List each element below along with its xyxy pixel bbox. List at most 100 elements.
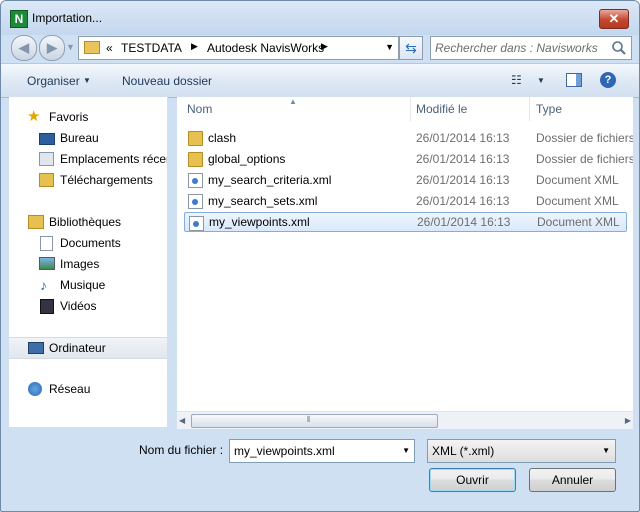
search-input[interactable]: [435, 40, 603, 55]
file-type-filter-value: XML (*.xml): [432, 444, 495, 458]
filename-input[interactable]: [234, 443, 394, 459]
breadcrumb-testdata[interactable]: TESTDATA: [121, 41, 182, 55]
file-date: 26/01/2014 16:13: [416, 131, 510, 145]
column-header-modified[interactable]: Modifié le: [416, 97, 467, 121]
sidebar-item-label: Emplacements récents: [60, 152, 167, 166]
column-divider[interactable]: [410, 97, 411, 121]
sidebar-item-label: Réseau: [49, 382, 91, 396]
navigation-bar: ◀ ▶ ▼ « TESTDATA ▶ Autodesk NavisWorks ▶…: [1, 35, 639, 61]
sidebar-item-label: Musique: [60, 278, 106, 292]
help-icon[interactable]: ?: [600, 72, 616, 88]
sidebar-item-label: Documents: [60, 236, 121, 250]
window-title: Importation...: [32, 11, 103, 25]
cancel-button[interactable]: Annuler: [529, 468, 616, 492]
address-dropdown-icon[interactable]: ▼: [385, 42, 394, 52]
star-icon: ★: [27, 108, 41, 125]
xml-file-icon: [189, 216, 204, 231]
sidebar-item-favorites[interactable]: ★ Favoris: [9, 107, 167, 127]
chevron-down-icon[interactable]: ▼: [83, 76, 91, 85]
breadcrumb-separator-arrow-icon[interactable]: ▶: [321, 41, 328, 52]
recent-places-icon: [39, 152, 54, 166]
forward-button[interactable]: ▶: [39, 35, 65, 61]
computer-icon: [28, 342, 44, 354]
file-date: 26/01/2014 16:13: [416, 152, 510, 166]
horizontal-scrollbar[interactable]: ◀ ⦀ ▶: [177, 411, 633, 429]
sidebar-item-images[interactable]: Images: [9, 254, 167, 274]
file-row-clash[interactable]: clash 26/01/2014 16:13 Dossier de fichie…: [184, 128, 633, 148]
chevron-down-icon: ▼: [66, 42, 75, 52]
sidebar-item-computer[interactable]: Ordinateur: [9, 337, 167, 359]
search-box[interactable]: [430, 36, 632, 60]
address-bar[interactable]: « TESTDATA ▶ Autodesk NavisWorks ▶ ▼: [78, 36, 399, 60]
chevron-down-icon[interactable]: ▼: [402, 446, 410, 455]
navigation-pane: ★ Favoris Bureau Emplacements récents Té…: [9, 97, 168, 427]
scroll-right-icon[interactable]: ▶: [625, 416, 631, 425]
file-row-my-search-criteria[interactable]: my_search_criteria.xml 26/01/2014 16:13 …: [184, 170, 633, 190]
file-name: global_options: [208, 152, 286, 166]
file-name: my_search_sets.xml: [208, 194, 318, 208]
breadcrumb-separator-arrow-icon[interactable]: ▶: [191, 41, 198, 52]
column-header-type[interactable]: Type: [536, 97, 562, 121]
scrollbar-thumb[interactable]: ⦀: [191, 414, 438, 428]
file-date: 26/01/2014 16:13: [416, 194, 510, 208]
refresh-button[interactable]: ⇆: [399, 36, 423, 60]
file-row-my-search-sets[interactable]: my_search_sets.xml 26/01/2014 16:13 Docu…: [184, 191, 633, 211]
libraries-icon: [28, 215, 44, 229]
downloads-icon: [39, 173, 54, 187]
sidebar-item-recent-places[interactable]: Emplacements récents: [9, 149, 167, 169]
xml-file-icon: [188, 194, 203, 209]
sidebar-item-libraries[interactable]: Bibliothèques: [9, 212, 167, 232]
recent-locations-dropdown[interactable]: ▼: [66, 42, 75, 52]
file-name: my_viewpoints.xml: [209, 215, 310, 229]
breadcrumb-autodesk-navisworks[interactable]: Autodesk NavisWorks: [207, 41, 324, 55]
sidebar-item-label: Images: [60, 257, 100, 271]
folder-icon: [188, 152, 203, 167]
close-button[interactable]: ✕: [599, 9, 629, 29]
sidebar-item-label: Vidéos: [60, 299, 97, 313]
file-type: Document XML: [536, 173, 619, 187]
filename-combobox[interactable]: ▼: [229, 439, 415, 463]
search-icon[interactable]: [611, 40, 627, 56]
sidebar-item-label: Favoris: [49, 110, 89, 124]
file-type-filter-select[interactable]: XML (*.xml) ▼: [427, 439, 616, 463]
sidebar-item-network[interactable]: Réseau: [9, 379, 167, 399]
view-mode-icon[interactable]: ☷: [511, 73, 527, 87]
file-type: Dossier de fichiers: [536, 131, 633, 145]
sidebar-item-desktop[interactable]: Bureau: [9, 128, 167, 148]
sidebar-item-label: Téléchargements: [60, 173, 153, 187]
preview-pane-icon[interactable]: [566, 73, 582, 87]
xml-file-icon: [188, 173, 203, 188]
command-bar: Organiser ▼ Nouveau dossier ☷ ▼ ?: [1, 63, 639, 98]
sidebar-item-videos[interactable]: Vidéos: [9, 296, 167, 316]
scrollbar-grip-icon: ⦀: [307, 415, 311, 424]
videos-icon: [40, 299, 54, 314]
column-divider[interactable]: [529, 97, 530, 121]
arrow-right-icon: ▶: [47, 40, 57, 55]
sidebar-item-documents[interactable]: Documents: [9, 233, 167, 253]
organise-button[interactable]: Organiser: [27, 74, 80, 88]
import-dialog: N Importation... ✕ ◀ ▶ ▼ « TESTDATA ▶ Au…: [0, 0, 640, 512]
back-button[interactable]: ◀: [11, 35, 37, 61]
music-icon: ♪: [40, 277, 47, 293]
file-row-global-options[interactable]: global_options 26/01/2014 16:13 Dossier …: [184, 149, 633, 169]
file-type: Document XML: [537, 215, 620, 229]
filename-label: Nom du fichier :: [139, 443, 224, 457]
file-name: my_search_criteria.xml: [208, 173, 332, 187]
refresh-icon: ⇆: [405, 40, 417, 56]
scroll-left-icon[interactable]: ◀: [179, 416, 185, 425]
documents-icon: [40, 236, 53, 251]
sidebar-item-label: Bibliothèques: [49, 215, 122, 229]
file-type: Document XML: [536, 194, 619, 208]
file-date: 26/01/2014 16:13: [416, 173, 510, 187]
sidebar-item-downloads[interactable]: Téléchargements: [9, 170, 167, 190]
chevron-down-icon[interactable]: ▼: [602, 446, 610, 455]
chevron-down-icon[interactable]: ▼: [537, 76, 545, 85]
new-folder-button[interactable]: Nouveau dossier: [122, 74, 212, 88]
file-row-my-viewpoints[interactable]: my_viewpoints.xml 26/01/2014 16:13 Docum…: [184, 212, 627, 232]
breadcrumb-overflow[interactable]: «: [106, 41, 113, 55]
network-icon: [28, 382, 42, 396]
sidebar-item-music[interactable]: ♪ Musique: [9, 275, 167, 295]
arrow-left-icon: ◀: [19, 40, 29, 55]
open-button[interactable]: Ouvrir: [429, 468, 516, 492]
column-header-name[interactable]: Nom: [187, 97, 212, 121]
